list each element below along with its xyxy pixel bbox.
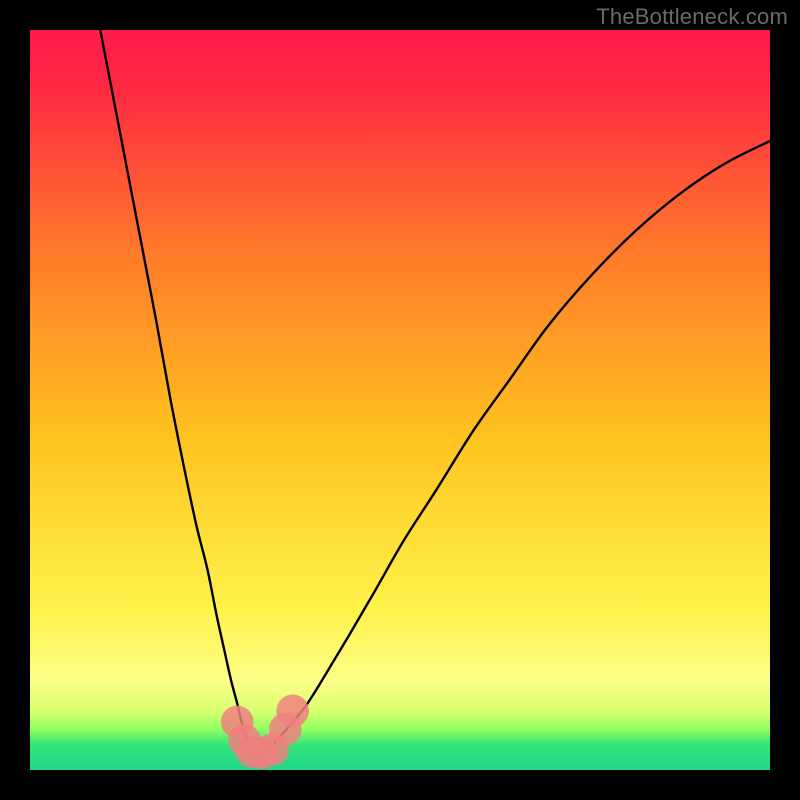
curve-markers <box>221 695 309 770</box>
curve-layer <box>30 30 770 770</box>
watermark-text: TheBottleneck.com <box>596 4 788 30</box>
curve-marker <box>276 695 309 728</box>
plot-area <box>30 30 770 770</box>
bottleneck-curve <box>100 30 770 755</box>
chart-frame: TheBottleneck.com <box>0 0 800 800</box>
